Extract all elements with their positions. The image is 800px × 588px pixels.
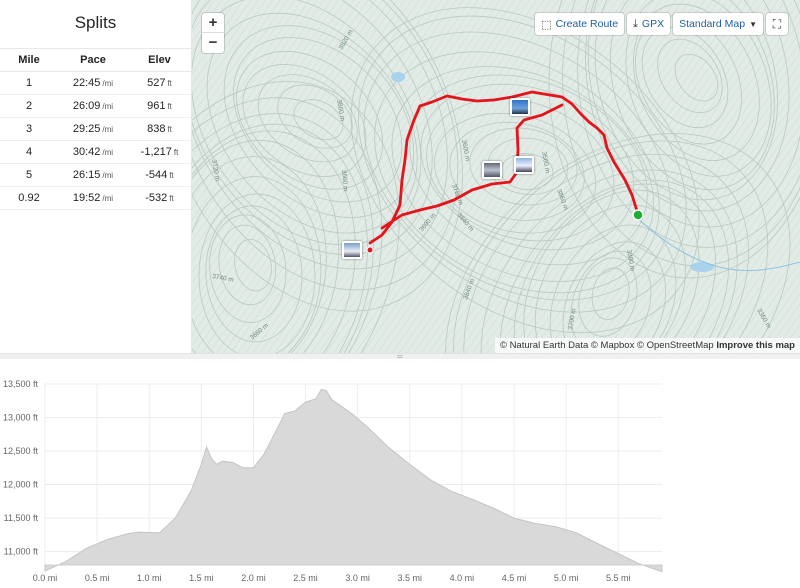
- split-elev: 961 ft: [128, 94, 191, 118]
- split-mile: 1: [0, 71, 58, 95]
- lake: [391, 72, 405, 82]
- elevation-profile-area: [44, 388, 663, 573]
- download-icon: ⤓: [633, 17, 638, 30]
- split-mile: 0.92: [0, 186, 58, 210]
- split-pace: 19:52/mi: [58, 186, 128, 210]
- gpx-label: GPX: [641, 18, 665, 30]
- col-header-pace: Pace: [58, 48, 128, 72]
- end-marker: [632, 209, 644, 221]
- splits-title: Splits: [74, 13, 117, 32]
- split-elev: -532 ft: [128, 186, 191, 210]
- zoom-control: + −: [202, 13, 224, 53]
- col-header-elev: Elev: [128, 48, 191, 72]
- photo-thumbnail[interactable]: [510, 98, 530, 116]
- split-elev: 838 ft: [128, 117, 191, 141]
- y-tick-label: 12,000 ft: [3, 480, 39, 490]
- x-tick-label: 5.5 mi: [606, 573, 631, 583]
- y-tick-label: 13,000 ft: [3, 413, 39, 423]
- create-route-button[interactable]: ⬚ Create Route: [535, 13, 625, 35]
- attribution-text: © Natural Earth Data © Mapbox © OpenStre…: [499, 340, 714, 351]
- map-toolbar: ⬚ Create Route ⤓ GPX Standard Map ▼ ⛶: [535, 13, 788, 35]
- x-tick-label: 1.5 mi: [189, 573, 214, 583]
- map-style-label: Standard Map: [679, 18, 746, 30]
- x-tick-label: 3.0 mi: [345, 573, 370, 583]
- x-tick-label: 5.0 mi: [554, 573, 579, 583]
- col-header-mile: Mile: [0, 48, 58, 72]
- caret-down-icon: ▼: [749, 19, 757, 29]
- split-pace: 30:42/mi: [58, 140, 128, 164]
- fullscreen-icon: ⛶: [772, 16, 782, 31]
- start-marker: [366, 246, 374, 254]
- split-pace: 26:09/mi: [58, 94, 128, 118]
- split-row: 4 30:42/mi -1,217 ft: [0, 140, 191, 164]
- create-route-icon: ⬚: [541, 18, 552, 31]
- y-tick-label: 12,500 ft: [3, 446, 39, 456]
- x-tick-label: 0.0 mi: [33, 573, 58, 583]
- x-tick-label: 2.5 mi: [293, 573, 318, 583]
- map-attribution: © Natural Earth Data © Mapbox © OpenStre…: [494, 338, 800, 353]
- x-tick-label: 0.5 mi: [85, 573, 110, 583]
- split-mile: 2: [0, 94, 58, 118]
- y-tick-label: 11,500 ft: [4, 513, 39, 523]
- split-mile: 4: [0, 140, 58, 164]
- splits-panel: Splits Mile Pace Elev 1 22:45/mi 527 ft 2 26:…: [0, 0, 192, 353]
- route-map[interactable]: 3520 m 3860 m 3720 m 3660 m 3780 m 3840 m 3690…: [192, 0, 800, 353]
- split-mile: 5: [0, 163, 58, 187]
- fullscreen-button[interactable]: ⛶: [766, 13, 788, 35]
- split-elev: -544 ft: [128, 163, 191, 187]
- split-pace: 26:15/mi: [58, 163, 128, 187]
- create-route-label: Create Route: [555, 18, 619, 30]
- splits-table: Mile Pace Elev 1 22:45/mi 527 ft 2 26:09/mi 96…: [0, 48, 191, 210]
- photo-thumbnail[interactable]: [482, 161, 502, 179]
- split-row: 1 22:45/mi 527 ft: [0, 71, 191, 95]
- photo-thumbnail[interactable]: [342, 241, 362, 259]
- x-tick-label: 3.5 mi: [398, 573, 423, 583]
- split-pace: 22:45/mi: [58, 71, 128, 95]
- elevation-chart: 11,000 ft 11,500 ft 12,000 ft 12,500 ft 13,0…: [3, 379, 663, 583]
- split-row: 5 26:15/mi -544 ft: [0, 163, 191, 187]
- split-mile: 3: [0, 117, 58, 141]
- lake: [690, 262, 714, 272]
- map-style-select[interactable]: Standard Map ▼: [673, 13, 763, 35]
- splits-header-row: Mile Pace Elev: [0, 48, 191, 72]
- gpx-download-button[interactable]: ⤓ GPX: [627, 13, 671, 35]
- y-tick-label: 13,500 ft: [3, 379, 39, 389]
- split-row: 0.92 19:52/mi -532 ft: [0, 186, 191, 210]
- split-elev: 527 ft: [128, 71, 191, 95]
- zoom-out-button[interactable]: −: [202, 33, 224, 53]
- x-tick-label: 4.5 mi: [502, 573, 527, 583]
- y-tick-label: 11,000 ft: [4, 547, 39, 557]
- split-elev: -1,217 ft: [128, 140, 191, 164]
- split-row: 2 26:09/mi 961 ft: [0, 94, 191, 118]
- x-tick-label: 4.0 mi: [450, 573, 475, 583]
- zoom-in-button[interactable]: +: [202, 13, 224, 33]
- split-pace: 29:25/mi: [58, 117, 128, 141]
- x-tick-label: 2.0 mi: [241, 573, 266, 583]
- photo-thumbnail[interactable]: [514, 156, 534, 174]
- improve-map-link[interactable]: Improve this map: [716, 340, 795, 351]
- split-row: 3 29:25/mi 838 ft: [0, 117, 191, 141]
- x-tick-label: 1.0 mi: [137, 573, 162, 583]
